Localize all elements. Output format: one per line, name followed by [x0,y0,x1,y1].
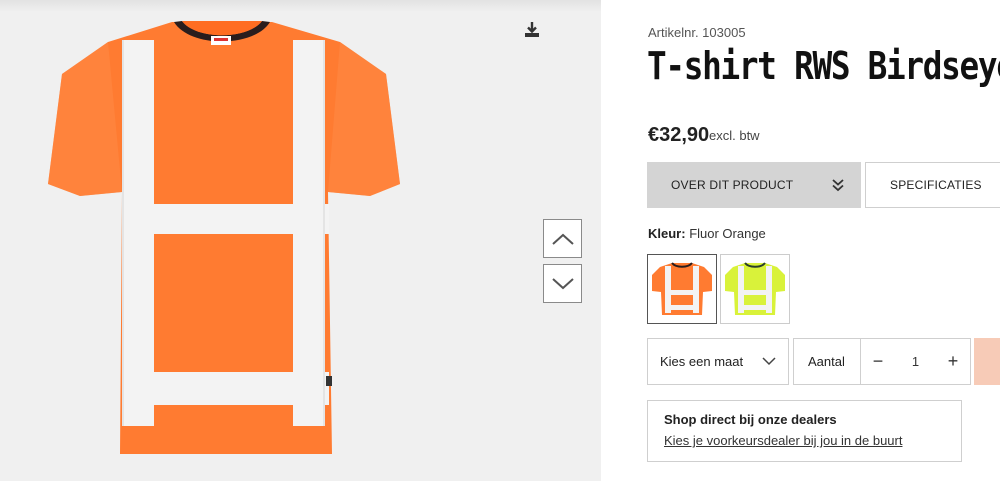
dealer-link[interactable]: Kies je voorkeursdealer bij jou in de bu… [664,433,945,448]
color-selection-label: Kleur: Fluor Orange [648,226,766,241]
double-chevron-down-icon [832,179,844,192]
size-select[interactable]: Kies een maat [647,338,789,385]
gallery-next-button[interactable] [543,264,582,303]
download-button[interactable] [522,20,542,40]
tab-label: OVER DIT PRODUCT [671,178,794,192]
download-icon [525,22,539,37]
product-image-orange-tshirt [48,21,400,454]
color-value: Fluor Orange [689,226,766,241]
chevron-up-icon [551,233,574,245]
dealer-title: Shop direct bij onze dealers [664,412,837,427]
quantity-stepper: Aantal − + [793,338,971,385]
product-gallery [0,0,601,481]
tab-specificaties[interactable]: SPECIFICATIES [865,162,1000,208]
chevron-down-icon [762,357,776,366]
product-title: T-shirt RWS Birdseye [647,44,1000,88]
add-to-cart-button[interactable] [974,338,1000,385]
quantity-label: Aantal [794,339,861,384]
product-info-panel: Artikelnr. 103005 T-shirt RWS Birdseye €… [601,0,1000,481]
color-label: Kleur: [648,226,686,241]
color-swatch-fluor-orange[interactable] [647,254,717,324]
quantity-increase-button[interactable]: + [936,339,970,384]
swatch-image-orange [652,262,712,315]
quantity-input[interactable] [895,354,936,369]
dealer-box: Shop direct bij onze dealers Kies je voo… [647,400,962,462]
product-price: €32,90 [648,124,710,146]
chevron-down-icon [551,277,574,289]
price-note: excl. btw [709,128,760,143]
tab-label: SPECIFICATIES [890,178,982,192]
gallery-previous-button[interactable] [543,219,582,258]
reflective-band-chest [122,204,329,234]
quantity-decrease-button[interactable]: − [861,339,895,384]
color-swatch-fluor-yellow[interactable] [720,254,790,324]
size-select-label: Kies een maat [660,354,744,369]
article-number: Artikelnr. 103005 [648,25,746,40]
gallery-top-shadow [0,0,601,12]
tab-over-dit-product[interactable]: OVER DIT PRODUCT [647,162,861,208]
reflective-band-bottom [122,372,329,405]
swatch-image-yellow [725,262,785,315]
